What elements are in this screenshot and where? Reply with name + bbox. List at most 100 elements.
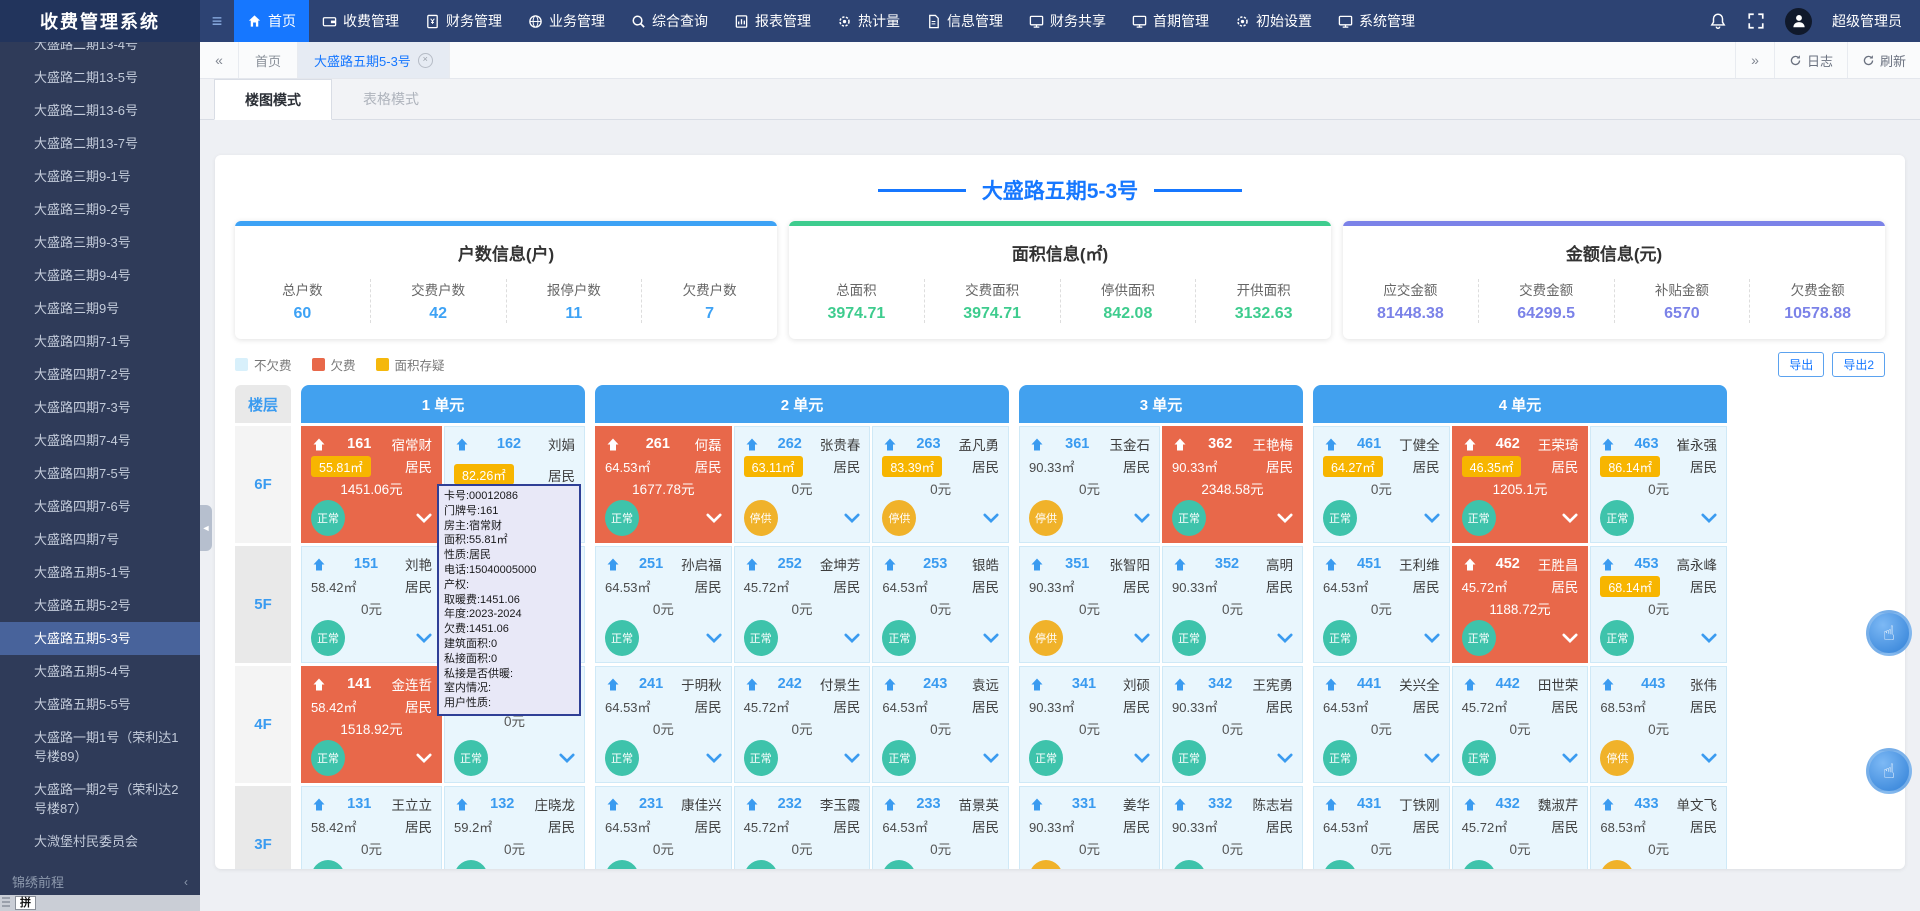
chevron-down-icon[interactable] — [559, 526, 575, 536]
apartment-cell[interactable] — [444, 546, 585, 663]
fullscreen-icon[interactable] — [1747, 12, 1765, 30]
nav-item-财务管理[interactable]: 财务管理 — [412, 0, 515, 42]
sidebar-item[interactable]: 大盛路五期5-4号 — [0, 655, 200, 688]
sidebar-collapse-handle[interactable]: ◄ — [200, 505, 212, 551]
sidebar-item[interactable]: 大盛路五期5-2号 — [0, 589, 200, 622]
chevron-down-icon[interactable] — [1562, 513, 1578, 523]
apartment-cell-243[interactable]: 243袁远64.53㎡居民0元正常 — [872, 666, 1009, 783]
apartment-cell-262[interactable]: 262张贵春63.11㎡居民0元停供 — [734, 426, 871, 543]
apartment-cell-462[interactable]: 462王荣琦46.35㎡居民1205.1元正常 — [1452, 426, 1589, 543]
apartment-cell-453[interactable]: 453高永峰68.14㎡居民0元正常 — [1590, 546, 1727, 663]
sidebar-footer-collapse-icon[interactable]: ‹ — [184, 875, 188, 889]
current-user[interactable]: 超级管理员 — [1832, 11, 1902, 31]
apartment-cell-441[interactable]: 441关兴全64.53㎡居民0元正常 — [1313, 666, 1450, 783]
chevron-down-icon[interactable] — [1277, 753, 1293, 763]
scroll-up-button[interactable]: ☝ — [1866, 610, 1912, 656]
chevron-down-icon[interactable] — [1277, 633, 1293, 643]
sidebar-item[interactable]: 大盛路二期13-4号 — [0, 42, 200, 61]
nav-item-报表管理[interactable]: 报表管理 — [721, 0, 824, 42]
bell-icon[interactable] — [1709, 12, 1727, 30]
chevron-down-icon[interactable] — [706, 513, 722, 523]
hamburger-icon[interactable]: ≡ — [200, 0, 234, 42]
sidebar-item[interactable]: 大盛路一期2号（荣利达2号楼87） — [0, 773, 200, 825]
export-button[interactable]: 导出 — [1778, 352, 1824, 377]
tab-table-mode[interactable]: 表格模式 — [332, 79, 450, 119]
nav-item-热计量[interactable]: 热计量 — [824, 0, 913, 42]
sidebar-item[interactable]: 大盛路五期5-5号 — [0, 688, 200, 721]
tabs-scroll-right-icon[interactable]: » — [1735, 42, 1774, 78]
nav-item-系统管理[interactable]: 系统管理 — [1325, 0, 1428, 42]
sidebar-item[interactable]: 大盛路四期7-1号 — [0, 325, 200, 358]
sidebar-item[interactable]: 大盛路四期7号 — [0, 523, 200, 556]
chevron-down-icon[interactable] — [983, 633, 999, 643]
chevron-down-icon[interactable] — [1562, 753, 1578, 763]
sidebar-item[interactable]: 大盛路二期13-5号 — [0, 61, 200, 94]
apartment-cell-432[interactable]: 432魏淑芹45.72㎡居民0元正常 — [1452, 786, 1589, 869]
chevron-down-icon[interactable] — [559, 646, 575, 656]
apartment-cell-361[interactable]: 361玉金石90.33㎡居民0元停供 — [1019, 426, 1160, 543]
sidebar-item[interactable]: 大盛路五期5-1号 — [0, 556, 200, 589]
apartment-cell-443[interactable]: 443张伟68.53㎡居民0元停供 — [1590, 666, 1727, 783]
apartment-cell[interactable]: 0元正常 — [444, 666, 585, 783]
chevron-down-icon[interactable] — [1277, 513, 1293, 523]
chevron-down-icon[interactable] — [844, 633, 860, 643]
chevron-down-icon[interactable] — [844, 753, 860, 763]
apartment-cell-162[interactable]: 162刘娟82.26㎡居民0元 — [444, 426, 585, 543]
sidebar-item[interactable]: 大盛路四期7-2号 — [0, 358, 200, 391]
apartment-cell-251[interactable]: 251孙启福64.53㎡居民0元正常 — [595, 546, 732, 663]
apartment-cell-461[interactable]: 461丁健全64.27㎡居民0元正常 — [1313, 426, 1450, 543]
ime-grip-icon[interactable] — [2, 897, 10, 909]
nav-item-首期管理[interactable]: 首期管理 — [1119, 0, 1222, 42]
apartment-cell-331[interactable]: 331姜华90.33㎡居民0元停供 — [1019, 786, 1160, 869]
chevron-down-icon[interactable] — [416, 633, 432, 643]
apartment-cell-452[interactable]: 452王胜昌45.72㎡居民1188.72元正常 — [1452, 546, 1589, 663]
nav-item-综合查询[interactable]: 综合查询 — [618, 0, 721, 42]
apartment-cell-141[interactable]: 141金连哲58.42㎡居民1518.92元正常 — [301, 666, 442, 783]
apartment-cell-352[interactable]: 352高明90.33㎡居民0元正常 — [1162, 546, 1303, 663]
export2-button[interactable]: 导出2 — [1832, 352, 1885, 377]
apartment-cell-233[interactable]: 233苗景英64.53㎡居民0元正常 — [872, 786, 1009, 869]
chevron-down-icon[interactable] — [983, 513, 999, 523]
apartment-cell-261[interactable]: 261何磊64.53㎡居民1677.78元正常 — [595, 426, 732, 543]
nav-item-信息管理[interactable]: 信息管理 — [913, 0, 1016, 42]
apartment-cell-451[interactable]: 451王利维64.53㎡居民0元正常 — [1313, 546, 1450, 663]
log-button[interactable]: 日志 — [1774, 42, 1847, 78]
chevron-down-icon[interactable] — [844, 513, 860, 523]
apartment-cell-341[interactable]: 341刘硕90.33㎡居民0元正常 — [1019, 666, 1160, 783]
apartment-cell-253[interactable]: 253银皓64.53㎡居民0元正常 — [872, 546, 1009, 663]
chevron-down-icon[interactable] — [1424, 753, 1440, 763]
chevron-down-icon[interactable] — [1134, 633, 1150, 643]
sidebar-item[interactable]: 大盛路三期9-4号 — [0, 259, 200, 292]
apartment-cell-431[interactable]: 431丁铁刚64.53㎡居民0元正常 — [1313, 786, 1450, 869]
close-icon[interactable]: × — [418, 53, 433, 68]
sidebar-item[interactable]: 大盛路二期13-7号 — [0, 127, 200, 160]
chevron-down-icon[interactable] — [416, 513, 432, 523]
nav-item-收费管理[interactable]: 收费管理 — [309, 0, 412, 42]
apartment-cell-241[interactable]: 241于明秋64.53㎡居民0元正常 — [595, 666, 732, 783]
nav-item-首页[interactable]: 首页 — [234, 0, 309, 42]
apartment-cell-232[interactable]: 232李玉霞45.72㎡居民0元正常 — [734, 786, 871, 869]
chevron-down-icon[interactable] — [706, 633, 722, 643]
nav-item-初始设置[interactable]: 初始设置 — [1222, 0, 1325, 42]
apartment-cell-433[interactable]: 433单文飞68.53㎡居民0元停供 — [1590, 786, 1727, 869]
apartment-cell-342[interactable]: 342王宪勇90.33㎡居民0元正常 — [1162, 666, 1303, 783]
chevron-down-icon[interactable] — [416, 753, 432, 763]
refresh-button[interactable]: 刷新 — [1847, 42, 1920, 78]
chevron-down-icon[interactable] — [1562, 633, 1578, 643]
chevron-down-icon[interactable] — [1701, 513, 1717, 523]
chevron-down-icon[interactable] — [1424, 513, 1440, 523]
apartment-cell-263[interactable]: 263孟凡勇83.39㎡居民0元停供 — [872, 426, 1009, 543]
sidebar-item[interactable]: 大盛路四期7-4号 — [0, 424, 200, 457]
apartment-cell-151[interactable]: 151刘艳58.42㎡居民0元正常 — [301, 546, 442, 663]
user-avatar[interactable] — [1785, 8, 1812, 35]
chevron-down-icon[interactable] — [1701, 753, 1717, 763]
ime-pinyin-badge[interactable]: 拼 — [15, 896, 36, 910]
tab-home[interactable]: 首页 — [239, 42, 298, 78]
nav-item-业务管理[interactable]: 业务管理 — [515, 0, 618, 42]
sidebar-item[interactable]: 大盛路二期13-6号 — [0, 94, 200, 127]
chevron-down-icon[interactable] — [1701, 633, 1717, 643]
apartment-cell-332[interactable]: 332陈志岩90.33㎡居民0元正常 — [1162, 786, 1303, 869]
apartment-cell-252[interactable]: 252金坤芳45.72㎡居民0元正常 — [734, 546, 871, 663]
chevron-down-icon[interactable] — [1134, 513, 1150, 523]
chevron-down-icon[interactable] — [559, 753, 575, 763]
